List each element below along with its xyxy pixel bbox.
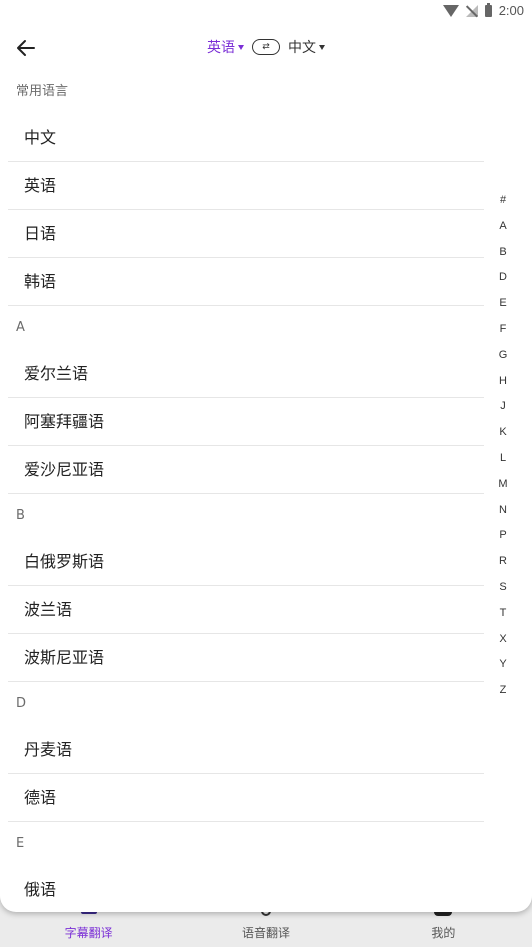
- language-item[interactable]: 中文: [8, 114, 484, 162]
- language-item[interactable]: 阿塞拜疆语: [8, 398, 484, 446]
- language-item[interactable]: 韩语: [8, 258, 484, 306]
- language-item[interactable]: 日语: [8, 210, 484, 258]
- alphabet-index-bar[interactable]: # A B D E F G H J K L M N P R S T X Y Z: [494, 188, 512, 704]
- language-item[interactable]: 俄语: [8, 866, 484, 914]
- section-header-b: B: [16, 508, 25, 523]
- index-letter[interactable]: S: [499, 575, 506, 601]
- swap-languages-button[interactable]: ⇄: [252, 39, 280, 55]
- language-item[interactable]: 爱沙尼亚语: [8, 446, 484, 494]
- index-letter[interactable]: M: [498, 472, 507, 498]
- status-time: 2:00: [498, 3, 524, 18]
- index-letter[interactable]: K: [499, 420, 506, 446]
- tab-label: 语音翻译: [241, 926, 290, 940]
- index-letter[interactable]: Y: [499, 652, 506, 678]
- index-letter[interactable]: Z: [500, 678, 507, 704]
- index-letter[interactable]: F: [500, 317, 507, 343]
- index-letter[interactable]: L: [500, 446, 506, 472]
- index-letter[interactable]: R: [499, 549, 507, 575]
- dropdown-triangle-icon: [238, 44, 244, 50]
- language-item[interactable]: 波斯尼亚语: [8, 634, 484, 682]
- no-signal-icon: [465, 4, 478, 17]
- index-letter[interactable]: J: [500, 394, 506, 420]
- index-letter[interactable]: T: [500, 601, 507, 627]
- index-letter[interactable]: P: [499, 523, 506, 549]
- language-item[interactable]: 德语: [8, 774, 484, 822]
- source-language-select[interactable]: 英语: [207, 37, 244, 57]
- index-letter[interactable]: A: [499, 214, 506, 240]
- section-header-common: 常用语言: [16, 84, 69, 99]
- wifi-icon: [442, 4, 459, 17]
- index-letter[interactable]: G: [499, 343, 508, 369]
- language-item[interactable]: 英语: [8, 162, 484, 210]
- language-picker-sheet: 2:00 英语 ⇄ 中文 常用语言 中文 英语 日语 韩语 A 爱尔兰语 阿塞拜…: [0, 0, 532, 912]
- index-letter[interactable]: X: [499, 627, 506, 653]
- language-switcher: 英语 ⇄ 中文: [0, 37, 532, 57]
- battery-icon: [484, 2, 492, 17]
- language-item[interactable]: 波兰语: [8, 586, 484, 634]
- language-item[interactable]: 白俄罗斯语: [8, 538, 484, 586]
- section-header-d: D: [16, 696, 27, 711]
- index-letter[interactable]: E: [499, 291, 506, 317]
- index-letter[interactable]: N: [499, 498, 507, 524]
- language-item[interactable]: 丹麦语: [8, 726, 484, 774]
- index-letter[interactable]: D: [499, 265, 507, 291]
- target-language-select[interactable]: 中文: [288, 37, 325, 57]
- section-header-a: A: [16, 320, 25, 335]
- status-bar: 2:00: [0, 0, 532, 24]
- section-header-e: E: [16, 836, 25, 851]
- index-letter[interactable]: H: [499, 369, 507, 395]
- tab-label: 我的: [431, 926, 456, 940]
- language-item[interactable]: 爱尔兰语: [8, 350, 484, 398]
- index-letter[interactable]: B: [499, 240, 506, 266]
- dropdown-triangle-icon: [319, 44, 325, 50]
- language-list: 常用语言 中文 英语 日语 韩语 A 爱尔兰语 阿塞拜疆语 爱沙尼亚语 B 白俄…: [0, 70, 490, 914]
- tab-label: 字幕翻译: [64, 926, 113, 940]
- top-bar: 英语 ⇄ 中文: [0, 24, 532, 70]
- index-letter[interactable]: #: [500, 188, 506, 214]
